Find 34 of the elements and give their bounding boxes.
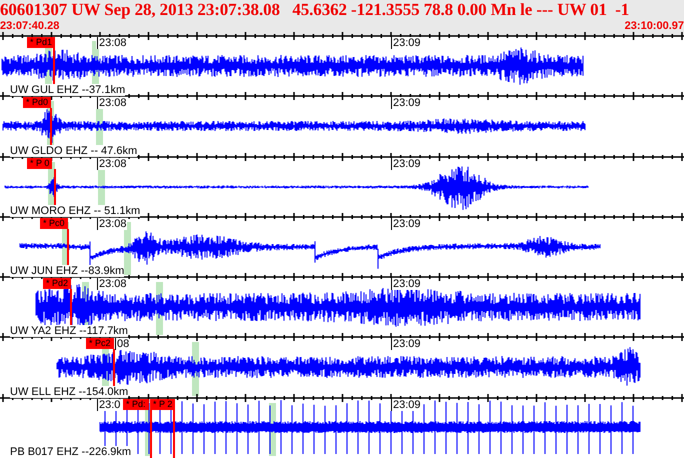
station-label: PB B017 EHZ --226.9km [10, 446, 132, 458]
event-title: 60601307 UW Sep 28, 2013 23:07:38.08 45.6362 -121.3555 78.8 0.00 Mn le --- UW 01 -1 [0, 0, 630, 20]
phase-pick-flag[interactable]: * Pd1 [27, 37, 56, 48]
phase-pick-flag[interactable]: * Pc2 [86, 338, 114, 350]
time-mark: 23:09 [390, 37, 421, 49]
time-mark: 23:09 [390, 278, 421, 290]
phase-pick-flag[interactable]: * P 0 [27, 158, 52, 169]
station-label: UW JUN EHZ --83.9km [10, 265, 124, 278]
end-time: 23:10:00.97 [624, 20, 684, 33]
station-label: UW ELL EHZ --154.0km [10, 386, 128, 398]
phase-pick-flag[interactable]: * Pd0 [23, 97, 52, 108]
time-mark: 23:08 [96, 37, 127, 49]
phase-pick-flag[interactable]: * Pd: [123, 398, 149, 410]
time-mark: 23:08 [96, 278, 127, 290]
station-label: UW GUL EHZ --37.1km [10, 84, 126, 96]
time-mark: 23:09 [390, 338, 421, 350]
time-mark: 23:08 [96, 97, 127, 110]
station-label: UW GLDO EHZ -- 47.6km [10, 144, 138, 157]
time-mark: 23:08 [96, 158, 127, 170]
time-mark: 23:09 [390, 218, 421, 230]
time-mark: 23:09 [390, 398, 421, 411]
time-mark: 08 [114, 338, 130, 350]
station-label: UW YA2 EHZ --117.7km [10, 325, 128, 338]
phase-pick-flag[interactable]: * Pd2 [43, 278, 72, 290]
pick-line [150, 410, 152, 458]
time-mark: 23:08 [96, 218, 127, 230]
phase-pick-flag[interactable]: * Pc0 [40, 218, 68, 229]
time-mark: 23:09 [390, 158, 421, 170]
phase-pick-flag[interactable]: * P 2 [150, 398, 176, 410]
pick-line [173, 410, 175, 458]
time-mark: 23:09 [390, 97, 421, 110]
time-mark: 23:0 [96, 398, 120, 411]
start-time: 23:07:40.28 [0, 20, 60, 33]
station-label: UW MORO EHZ -- 51.1km [10, 204, 140, 217]
